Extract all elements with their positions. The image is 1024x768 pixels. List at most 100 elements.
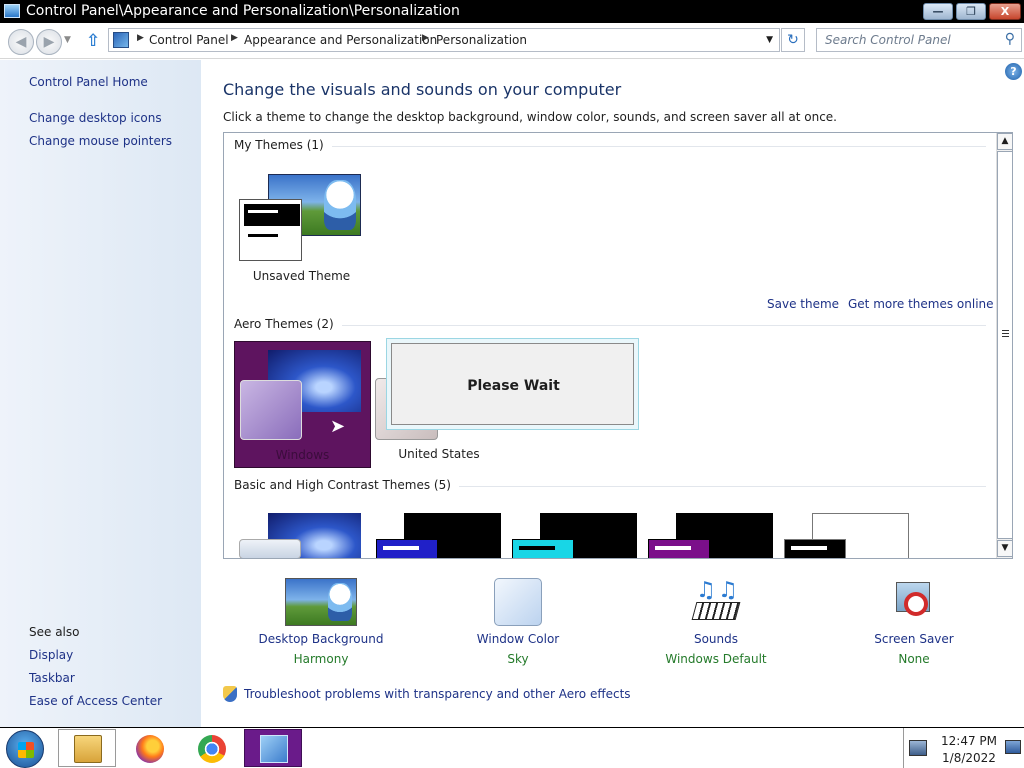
sounds-value: Windows Default [665,652,767,666]
show-desktop-icon[interactable] [1005,740,1021,754]
start-button[interactable] [6,730,44,768]
screen-saver-value: None [898,652,930,666]
title-bar: Control Panel\Appearance and Personaliza… [0,0,1024,23]
window-color-preview [240,380,302,440]
sounds-label[interactable]: Sounds [641,632,791,646]
windows-theme-label: Windows [275,448,330,462]
up-arrow-icon[interactable]: ⇧ [86,32,102,50]
scroll-up-icon[interactable]: ▲ [997,133,1012,150]
breadcrumb-personalization[interactable]: Personalization [436,33,527,47]
breadcrumb-separator-icon[interactable]: ▶ [231,33,238,43]
music-note-icon: ♫ [718,578,738,603]
get-more-themes-link[interactable]: Get more themes online [848,297,994,311]
windows-theme-tile[interactable]: Windows ➤ [234,341,371,468]
display-link[interactable]: Display [29,648,73,662]
theme-list-scrollbar[interactable]: ▲ ▼ [996,133,1012,558]
control-panel-icon [260,735,288,763]
no-symbol-icon [904,592,928,616]
piano-keys-icon [691,602,741,620]
tasks-pane: Control Panel Home Change desktop icons … [0,60,201,727]
united-states-theme-label: United States [398,447,480,461]
scroll-thumb[interactable] [997,151,1012,539]
breadcrumb-control-panel[interactable]: Control Panel [149,33,229,47]
window-color-preview [239,539,301,558]
desktop-background-icon [285,578,357,626]
music-note-icon: ♫ [696,578,716,603]
search-input[interactable]: Search Control Panel ⚲ [816,28,1022,52]
desktop-background-label[interactable]: Desktop Background [246,632,396,646]
forward-button[interactable]: ▶ [36,29,62,55]
preview-line [791,546,827,550]
window-color-preview [376,539,438,558]
clock-date[interactable]: 1/8/2022 [936,751,1002,765]
control-panel-home-link[interactable]: Control Panel Home [29,75,148,89]
help-icon[interactable]: ? [1005,63,1022,80]
control-panel-icon [4,4,20,18]
taskbar-firefox[interactable] [120,729,178,767]
preview-line [383,546,419,550]
please-wait-dialog: Please Wait [386,338,639,430]
search-icon[interactable]: ⚲ [1005,31,1015,47]
preview-titlebar [244,204,300,226]
window-color-icon [494,578,542,626]
section-divider [234,146,986,147]
taskbar-chrome[interactable] [182,729,240,767]
network-icon[interactable] [909,740,927,756]
unsaved-theme-label: Unsaved Theme [252,269,351,283]
breadcrumb-appearance[interactable]: Appearance and Personalization [244,33,437,47]
save-theme-link[interactable]: Save theme [767,297,839,311]
shield-icon [223,686,237,702]
back-button[interactable]: ◀ [8,29,34,55]
chrome-icon [198,735,226,763]
screen-saver-icon [890,578,938,626]
breadcrumb-separator-icon[interactable]: ▶ [422,33,429,43]
scroll-down-icon[interactable]: ▼ [997,540,1012,557]
preview-line [248,210,278,213]
section-divider [234,325,986,326]
recent-pages-dropdown[interactable]: ▼ [64,35,71,45]
grip-icon [1002,330,1009,337]
sounds-icon: ♫ ♫ [691,578,741,626]
desktop-background-setting[interactable]: Desktop Background Harmony [246,578,396,666]
control-panel-icon [113,32,129,48]
sounds-setting[interactable]: ♫ ♫ Sounds Windows Default [641,578,791,666]
please-wait-text: Please Wait [467,378,560,394]
window-color-setting[interactable]: Window Color Sky [443,578,593,666]
window-color-preview [239,199,302,261]
window-color-preview [648,539,710,558]
basic-themes-heading: Basic and High Contrast Themes (5) [234,478,459,492]
window-title: Control Panel\Appearance and Personaliza… [26,3,460,19]
breadcrumb-separator-icon[interactable]: ▶ [137,33,144,43]
address-bar[interactable]: ▶ Control Panel ▶ Appearance and Persona… [108,28,780,52]
taskbar-link[interactable]: Taskbar [29,671,75,685]
screen-saver-setting[interactable]: Screen Saver None [839,578,989,666]
maximize-button[interactable]: ❐ [956,3,986,20]
window-color-preview [784,539,846,558]
tray-divider [903,728,904,768]
taskbar-file-explorer[interactable] [58,729,116,767]
anime-character-image [324,180,356,230]
refresh-button[interactable]: ↻ [781,28,805,52]
mouse-cursor-icon: ➤ [330,416,346,437]
change-desktop-icons-link[interactable]: Change desktop icons [29,111,162,125]
screen-saver-label[interactable]: Screen Saver [839,632,989,646]
close-button[interactable]: X [989,3,1021,20]
ease-of-access-link[interactable]: Ease of Access Center [29,694,162,708]
preview-line [248,234,278,237]
navigation-bar: ◀ ▶ ▼ ⇧ ▶ Control Panel ▶ Appearance and… [0,23,1024,59]
my-themes-heading: My Themes (1) [234,138,332,152]
minimize-button[interactable]: — [923,3,953,20]
windows-logo-icon [18,742,34,758]
change-mouse-pointers-link[interactable]: Change mouse pointers [29,134,172,148]
window-color-value: Sky [507,652,529,666]
troubleshoot-link[interactable]: Troubleshoot problems with transparency … [244,687,631,701]
search-placeholder: Search Control Panel [825,33,951,47]
window-color-preview [512,539,574,558]
taskbar-control-panel[interactable] [244,729,302,767]
preview-line [655,546,691,550]
address-dropdown-icon[interactable]: ▼ [766,35,773,45]
clock-time[interactable]: 12:47 PM [936,734,1002,748]
window-color-label[interactable]: Window Color [443,632,593,646]
firefox-icon [136,735,164,763]
desktop-background-value: Harmony [293,652,349,666]
